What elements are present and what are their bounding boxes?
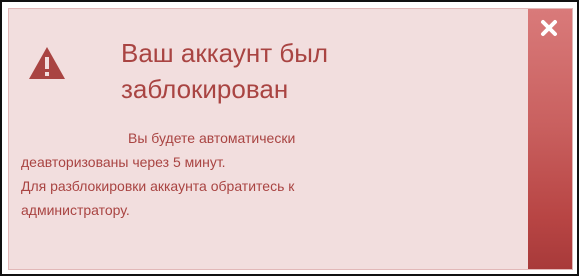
alert-title-line-2: заблокирован xyxy=(121,74,289,104)
close-icon[interactable] xyxy=(540,19,558,37)
alert-message-line-3: Для разблокировки аккаунта обратитесь к xyxy=(21,178,295,194)
close-button[interactable] xyxy=(528,9,572,269)
warning-triangle-icon xyxy=(29,47,65,79)
alert-message-line-4: администратору. xyxy=(21,202,130,218)
account-locked-alert: Ваш аккаунт был заблокирован Вы будете а… xyxy=(8,8,573,270)
alert-title-line-1: Ваш аккаунт был xyxy=(121,38,329,68)
alert-message-line-1: Вы будете автоматически xyxy=(128,130,296,146)
alert-message: Вы будете автоматически деавторизованы ч… xyxy=(21,126,521,222)
screenshot-frame: Ваш аккаунт был заблокирован Вы будете а… xyxy=(0,0,579,276)
alert-message-line-2: деавторизованы через 5 минут. xyxy=(21,154,226,170)
alert-title: Ваш аккаунт был заблокирован xyxy=(121,35,481,107)
